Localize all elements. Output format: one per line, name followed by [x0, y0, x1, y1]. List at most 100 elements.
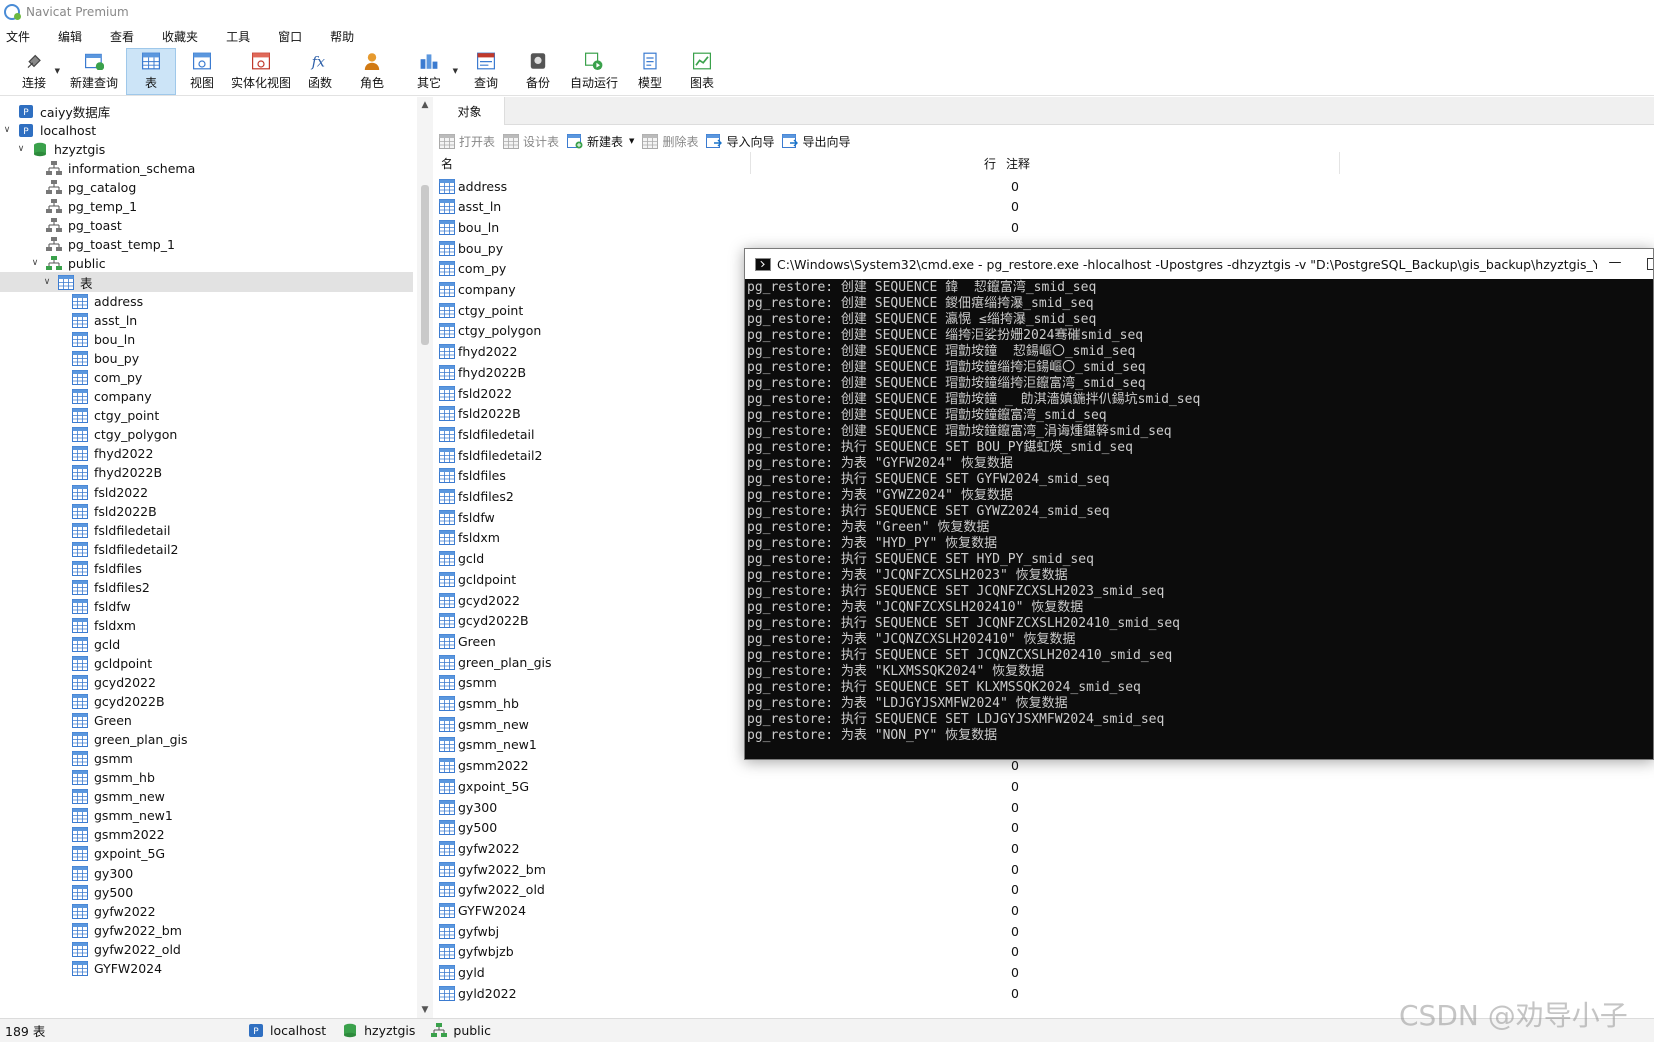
scrollbar-thumb[interactable] — [421, 185, 429, 345]
tree-table-item[interactable]: gyfw2022_old — [0, 939, 413, 959]
object-toolbar-import-wizard-button[interactable]: 导入向导 — [706, 133, 774, 150]
tree-table-item[interactable]: bou_py — [0, 349, 413, 369]
column-header-rows[interactable]: 行 — [751, 152, 1000, 174]
object-toolbar-export-wizard-button[interactable]: 导出向导 — [782, 133, 850, 150]
table-row[interactable]: gyld2022 0 — [439, 983, 1139, 1003]
table-row[interactable]: gyfw2022_old 0 — [439, 880, 1139, 900]
object-toolbar-new-table-button[interactable]: 新建表 ▼ — [567, 133, 634, 150]
tree-table-item[interactable]: fsldfw — [0, 596, 413, 616]
dropdown-arrow-icon[interactable]: ▼ — [453, 67, 458, 75]
minimize-button[interactable]: — — [1603, 249, 1627, 279]
column-header-name[interactable]: 名 — [435, 152, 751, 174]
table-row[interactable]: asst_ln 0 — [439, 197, 1139, 217]
cmd-title-bar[interactable]: C:\Windows\System32\cmd.exe - pg_restore… — [745, 249, 1653, 279]
chevron-down-icon[interactable]: ∨ — [42, 277, 52, 287]
tree-table-item[interactable]: fsldfiledetail — [0, 520, 413, 540]
tree-table-item[interactable]: asst_ln — [0, 311, 413, 331]
tree-schema-pg_temp_1[interactable]: pg_temp_1 — [0, 196, 413, 216]
tree-table-item[interactable]: fhyd2022 — [0, 444, 413, 464]
dropdown-arrow-icon[interactable]: ▼ — [629, 137, 634, 145]
tree-schema-public[interactable]: ∨ public — [0, 253, 413, 273]
tree-table-item[interactable]: GYFW2024 — [0, 958, 413, 978]
tree-table-item[interactable]: gy500 — [0, 882, 413, 902]
tab-objects[interactable]: 对象 — [435, 97, 505, 125]
tree-table-item[interactable]: fsldxm — [0, 615, 413, 635]
tree-schema-information_schema[interactable]: information_schema — [0, 158, 413, 178]
object-toolbar-delete-table-button[interactable]: 删除表 — [642, 133, 698, 150]
tree-database-hzyztgis[interactable]: ∨ hzyztgis — [0, 139, 413, 159]
toolbar-backup-button[interactable]: 备份 — [512, 48, 564, 95]
toolbar-automation-button[interactable]: 自动运行 — [564, 48, 624, 95]
chevron-down-icon[interactable]: ∨ — [30, 258, 40, 268]
tree-table-item[interactable]: com_py — [0, 368, 413, 388]
tree-table-item[interactable]: green_plan_gis — [0, 730, 413, 750]
scroll-down-icon[interactable]: ▼ — [417, 1002, 433, 1018]
tree-table-item[interactable]: gyfw2022_bm — [0, 920, 413, 940]
tree-schema-pg_toast_temp_1[interactable]: pg_toast_temp_1 — [0, 234, 413, 254]
table-row[interactable]: gyfw2022 0 — [439, 838, 1139, 858]
toolbar-materialized-view-button[interactable]: 实体化视图 — [228, 48, 294, 95]
dropdown-arrow-icon[interactable]: ▼ — [55, 67, 60, 75]
toolbar-query-button[interactable]: 查询 — [460, 48, 512, 95]
tree-table-item[interactable]: address — [0, 292, 413, 312]
tree-table-item[interactable]: company — [0, 387, 413, 407]
tree-connection-localhost[interactable]: ∨ Plocalhost — [0, 120, 413, 140]
chevron-down-icon[interactable]: ∨ — [16, 144, 26, 154]
menu-item-3[interactable]: 收藏夹 — [156, 28, 210, 45]
table-row[interactable]: GYFW2024 0 — [439, 901, 1139, 921]
tree-table-item[interactable]: bou_ln — [0, 330, 413, 350]
menu-item-6[interactable]: 帮助 — [324, 28, 366, 45]
tree-table-item[interactable]: gcyd2022B — [0, 692, 413, 712]
toolbar-other-button[interactable]: 其它 ▼ — [398, 48, 460, 95]
table-row[interactable]: gyfwbjzb 0 — [439, 942, 1139, 962]
menu-item-4[interactable]: 工具 — [220, 28, 262, 45]
toolbar-model-button[interactable]: 模型 — [624, 48, 676, 95]
tree-table-item[interactable]: Green — [0, 711, 413, 731]
table-row[interactable]: address 0 — [439, 176, 1139, 196]
navigation-scrollbar[interactable]: ▲ ▼ — [417, 97, 433, 1018]
tree-table-item[interactable]: gsmm_hb — [0, 768, 413, 788]
tree-table-item[interactable]: gcld — [0, 634, 413, 654]
toolbar-view-button[interactable]: 视图 — [176, 48, 228, 95]
tree-table-item[interactable]: fsld2022B — [0, 501, 413, 521]
object-toolbar-open-table-button[interactable]: 打开表 — [439, 133, 495, 150]
toolbar-new-query-button[interactable]: 新建查询 — [62, 48, 126, 95]
tree-table-item[interactable]: gsmm_new1 — [0, 806, 413, 826]
table-row[interactable]: gy300 0 — [439, 797, 1139, 817]
tree-table-item[interactable]: fhyd2022B — [0, 463, 413, 483]
tree-table-item[interactable]: gcyd2022 — [0, 673, 413, 693]
table-row[interactable]: gyfwbj 0 — [439, 921, 1139, 941]
tree-table-item[interactable]: fsldfiles — [0, 558, 413, 578]
table-row[interactable]: gyfw2022_bm 0 — [439, 859, 1139, 879]
table-row[interactable]: gyld 0 — [439, 963, 1139, 983]
scroll-up-icon[interactable]: ▲ — [417, 97, 433, 113]
table-row[interactable]: gxpoint_5G 0 — [439, 776, 1139, 796]
maximize-button[interactable] — [1647, 258, 1653, 270]
toolbar-function-button[interactable]: fx 函数 — [294, 48, 346, 95]
tree-connection-caiyy[interactable]: Pcaiyy数据库 — [0, 101, 413, 121]
cmd-window[interactable]: C:\Windows\System32\cmd.exe - pg_restore… — [744, 248, 1654, 760]
tree-table-item[interactable]: fsldfiles2 — [0, 577, 413, 597]
tree-table-item[interactable]: ctgy_point — [0, 406, 413, 426]
tree-table-item[interactable]: ctgy_polygon — [0, 425, 413, 445]
tree-table-item[interactable]: gsmm_new — [0, 787, 413, 807]
menu-item-2[interactable]: 查看 — [104, 28, 146, 45]
toolbar-role-button[interactable]: 角色 — [346, 48, 398, 95]
tree-table-item[interactable]: gsmm — [0, 749, 413, 769]
tree-schema-pg_catalog[interactable]: pg_catalog — [0, 177, 413, 197]
toolbar-connect-button[interactable]: 连接 ▼ — [6, 48, 62, 95]
menu-item-1[interactable]: 编辑 — [52, 28, 94, 45]
column-header-comment[interactable]: 注释 — [1000, 152, 1340, 174]
tree-table-item[interactable]: gsmm2022 — [0, 825, 413, 845]
tree-table-item[interactable]: gcldpoint — [0, 653, 413, 673]
tree-schema-pg_toast[interactable]: pg_toast — [0, 215, 413, 235]
tree-tables-node[interactable]: ∨ 表 — [0, 272, 413, 293]
menu-item-0[interactable]: 文件 — [0, 28, 42, 45]
table-row[interactable]: bou_ln 0 — [439, 217, 1139, 237]
table-row[interactable]: gy500 0 — [439, 818, 1139, 838]
chevron-down-icon[interactable]: ∨ — [2, 125, 12, 135]
tree-table-item[interactable]: gxpoint_5G — [0, 844, 413, 864]
object-toolbar-design-table-button[interactable]: 设计表 — [503, 133, 559, 150]
tree-table-item[interactable]: fsld2022 — [0, 482, 413, 502]
menu-item-5[interactable]: 窗口 — [272, 28, 314, 45]
